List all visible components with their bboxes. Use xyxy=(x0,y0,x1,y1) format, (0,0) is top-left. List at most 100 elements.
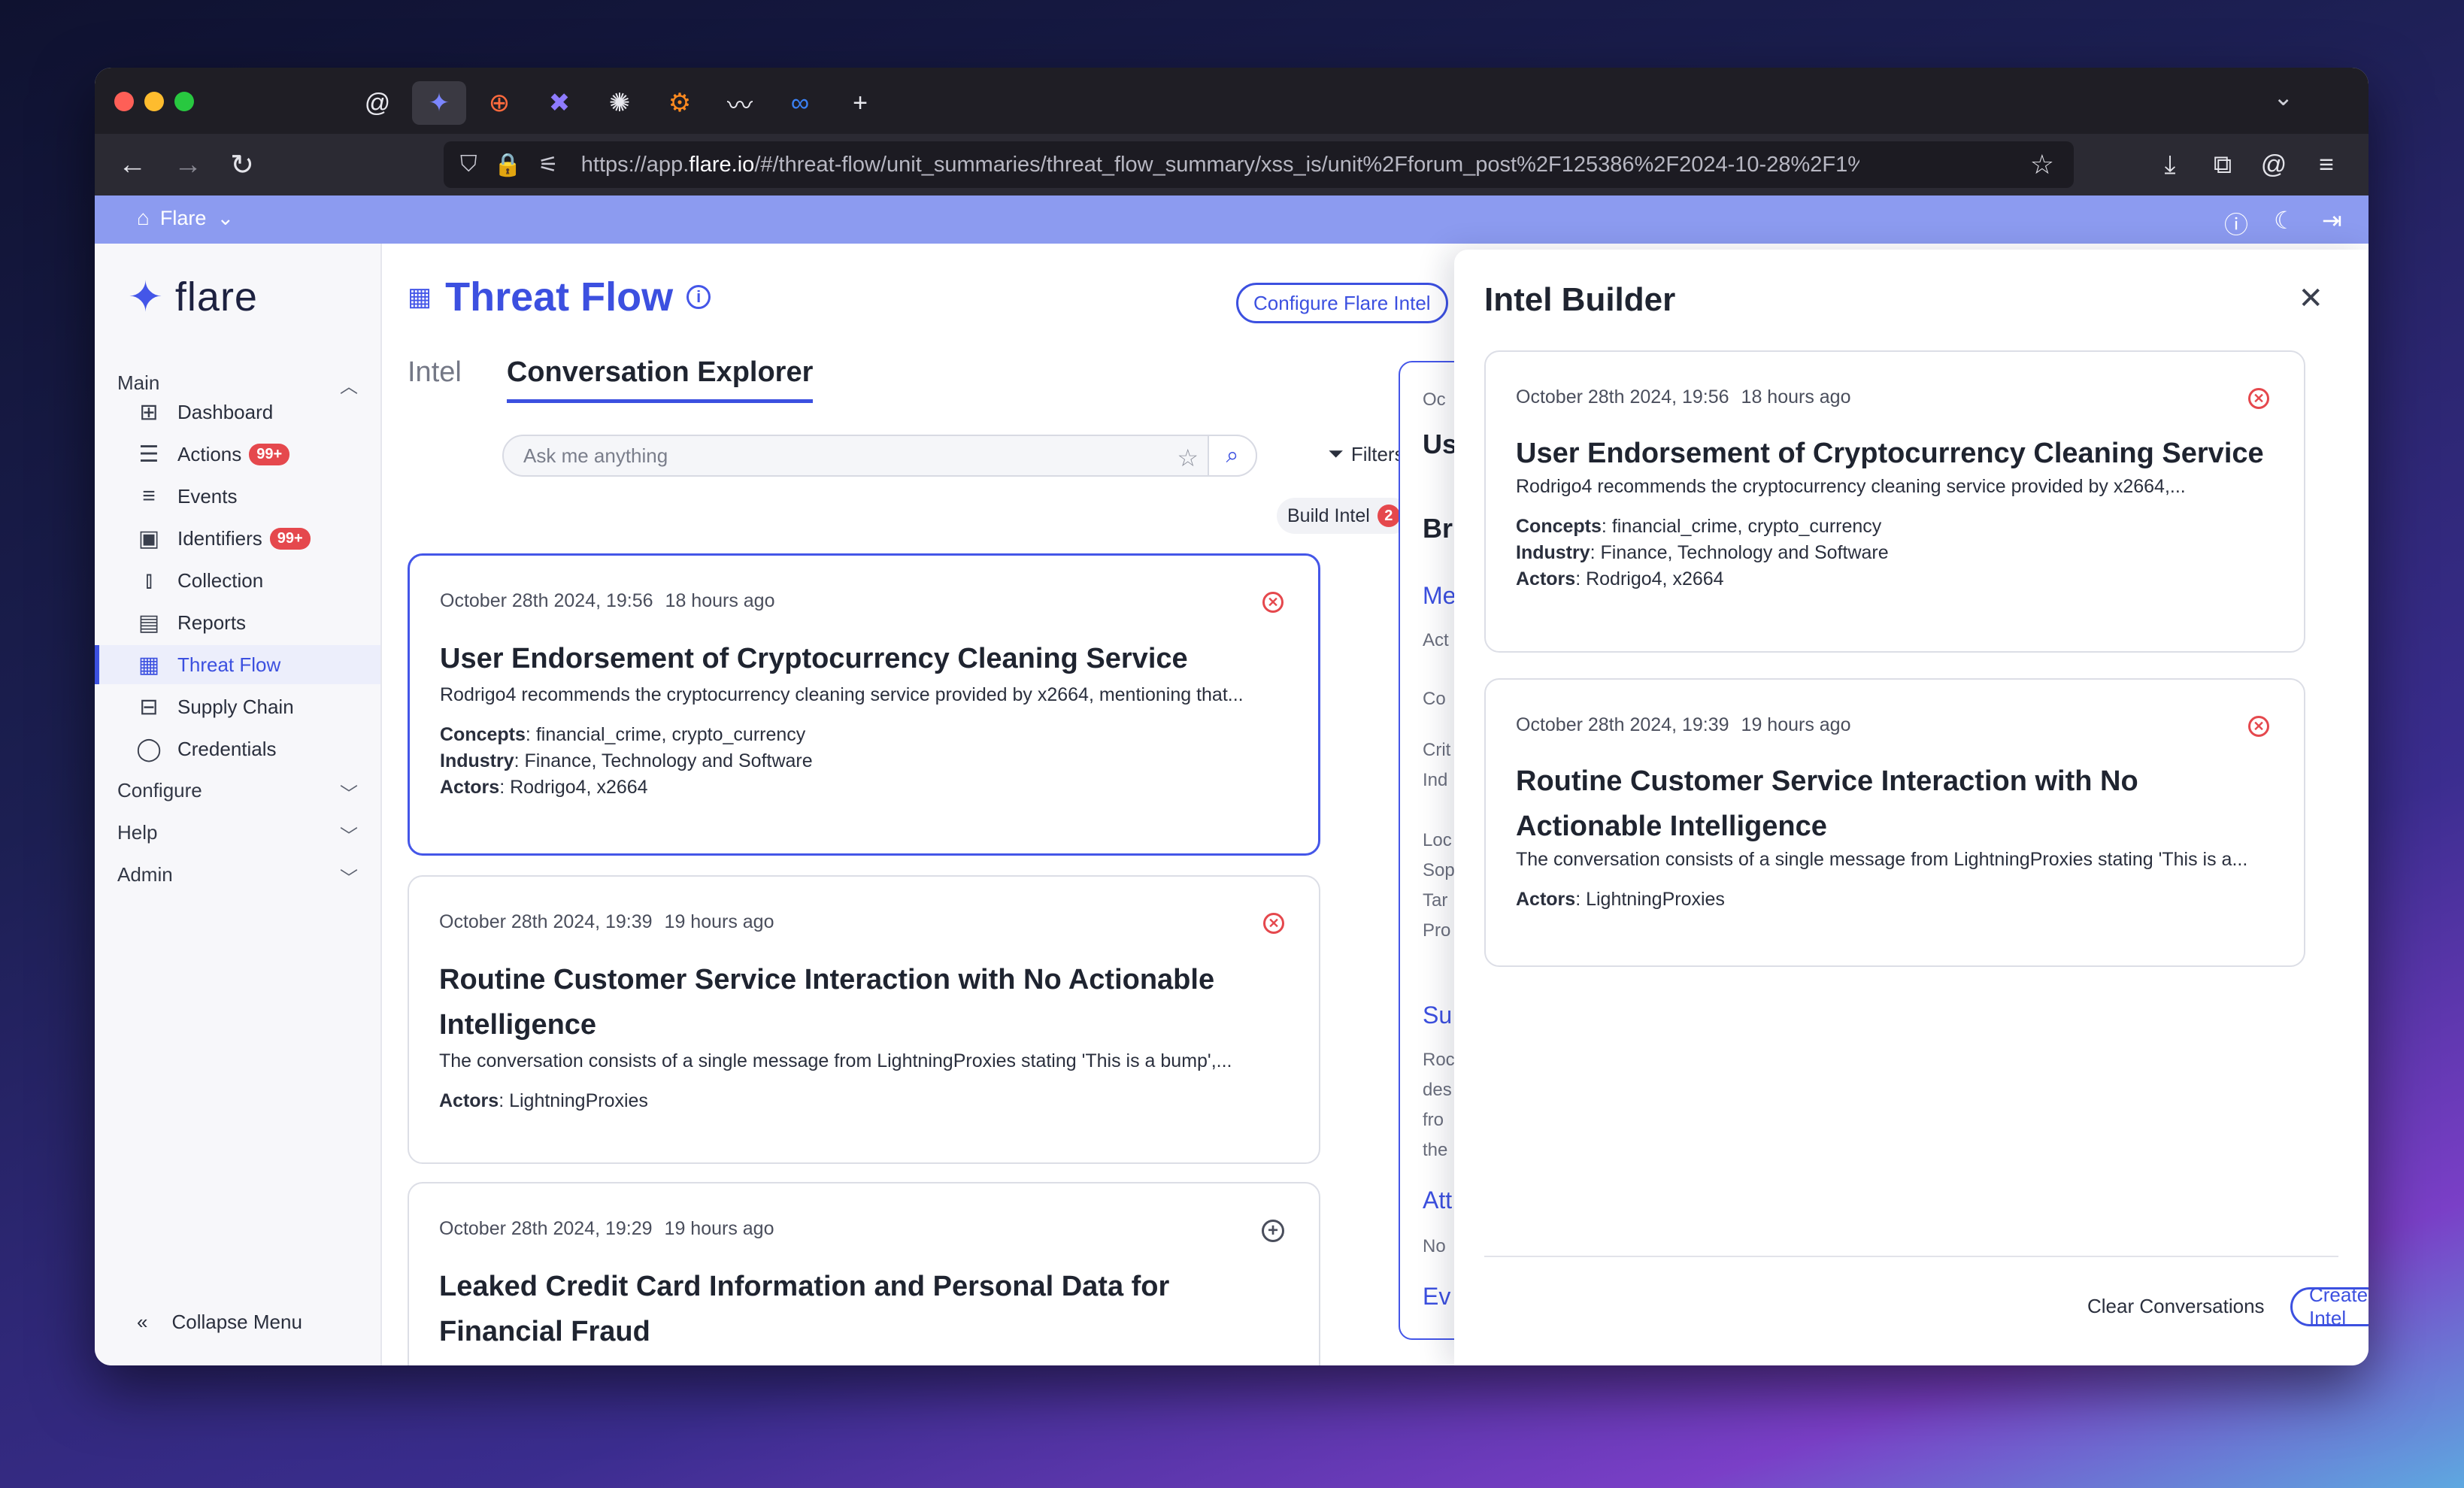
section-configure-label: Configure xyxy=(117,779,202,802)
tab-conversation-explorer[interactable]: Conversation Explorer xyxy=(506,356,814,403)
flare-logo[interactable]: ✦ flare xyxy=(128,272,258,322)
org-label: Flare xyxy=(159,206,207,229)
card-meta: October 28th 2024, 19:29 19 hours ago xyxy=(439,1218,1289,1240)
tab-target-icon[interactable]: ⊕ xyxy=(472,81,526,125)
url-bar[interactable]: ⛉ 🔒 ⚟ https://app.flare.io/#/threat-flow… xyxy=(444,141,2074,188)
intel-builder-card[interactable]: October 28th 2024, 19:56 18 hours ago ✕ U… xyxy=(1484,350,2305,653)
tab-wave-icon[interactable]: 〰 xyxy=(713,81,767,125)
conversation-card[interactable]: October 28th 2024, 19:29 19 hours ago + L… xyxy=(408,1182,1320,1365)
filters-button[interactable]: ⏷ Filters xyxy=(1328,442,1405,466)
search-icon[interactable]: ⌕ xyxy=(1208,435,1257,477)
info-icon[interactable]: ⓘ xyxy=(2224,206,2248,241)
sidebar-item-reports[interactable]: ▤ Reports xyxy=(95,603,380,642)
sidebar-item-label: Collection xyxy=(177,568,264,592)
tab-link-icon[interactable]: ∞ xyxy=(773,81,827,125)
section-help[interactable]: Help ﹀ xyxy=(117,821,358,847)
logout-icon[interactable]: ⇥ xyxy=(2322,206,2342,235)
sidebar-item-identifiers[interactable]: ▣ Identifiers 99+ xyxy=(95,519,380,558)
remove-x-icon[interactable]: ✕ xyxy=(2248,388,2269,409)
extensions-icon[interactable]: ⧉ xyxy=(2202,144,2244,185)
card-concepts: Concepts: financial_crime, crypto_curren… xyxy=(440,724,806,745)
remove-x-icon[interactable]: ✕ xyxy=(2248,716,2269,737)
detail-text: Tar xyxy=(1423,890,1448,911)
close-icon[interactable]: ✕ xyxy=(2298,281,2323,316)
card-actors: Actors: LightningProxies xyxy=(1516,889,1725,910)
sidebar-item-collection[interactable]: ⫾ Collection xyxy=(95,561,380,600)
sidebar-item-threat-flow[interactable]: ▦ Threat Flow xyxy=(95,645,380,684)
card-ago: 19 hours ago xyxy=(664,911,774,932)
sidebar-item-supply-chain[interactable]: ⊟ Supply Chain xyxy=(95,687,380,726)
sidebar-item-events[interactable]: ≡ Events xyxy=(95,477,380,516)
collapse-menu-button[interactable]: « Collapse Menu xyxy=(137,1311,302,1334)
menu-hamburger-icon[interactable]: ≡ xyxy=(2305,144,2347,185)
back-arrow-icon[interactable]: ← xyxy=(111,144,153,185)
chevron-down-icon: ⌄ xyxy=(217,206,235,229)
sidebar-item-label: Identifiers xyxy=(177,526,262,550)
card-ago: 19 hours ago xyxy=(664,1218,774,1239)
sidebar-item-actions[interactable]: ☰ Actions 99+ xyxy=(95,435,380,474)
close-window-button[interactable] xyxy=(114,92,134,111)
search-input[interactable]: Ask me anything ☆ ⌕ xyxy=(502,435,1257,477)
remove-x-icon[interactable]: ✕ xyxy=(1263,913,1284,934)
intel-builder-card[interactable]: October 28th 2024, 19:39 19 hours ago ✕ R… xyxy=(1484,678,2305,967)
card-summary: The conversation consists of a single me… xyxy=(439,1050,1232,1071)
add-plus-icon[interactable]: + xyxy=(1262,1220,1284,1242)
section-configure[interactable]: Configure ﹀ xyxy=(117,779,358,805)
browser-window: @ ✦ ⊕ ✖ ✺ ⚙ 〰 ∞ + ⌄ ← → ↻ ⛉ 🔒 ⚟ https://… xyxy=(95,68,2369,1365)
card-actors: Actors: Rodrigo4, x2664 xyxy=(440,777,648,798)
tab-list-chevron-icon[interactable]: ⌄ xyxy=(2273,83,2293,111)
build-intel-button[interactable]: Build Intel 2 xyxy=(1277,498,1411,534)
concepts-value: financial_crime, crypto_currency xyxy=(535,724,806,745)
detail-text: Co xyxy=(1423,689,1446,709)
card-meta: October 28th 2024, 19:39 19 hours ago xyxy=(439,911,1289,933)
url-text[interactable]: https://app.flare.io/#/threat-flow/unit_… xyxy=(581,153,1859,177)
configure-flare-intel-button[interactable]: Configure Flare Intel xyxy=(1236,283,1448,323)
conversation-card[interactable]: October 28th 2024, 19:39 19 hours ago ✕ R… xyxy=(408,875,1320,1164)
tab-flare-icon[interactable]: ✦ xyxy=(412,81,466,125)
forward-arrow-icon[interactable]: → xyxy=(167,144,209,185)
actors-label: Actors xyxy=(1516,568,1576,589)
section-admin[interactable]: Admin ﹀ xyxy=(117,863,358,889)
card-meta: October 28th 2024, 19:56 18 hours ago xyxy=(440,590,1288,612)
page-title-text: Threat Flow xyxy=(445,274,674,320)
info-icon[interactable]: i xyxy=(686,285,711,309)
org-switcher[interactable]: ⌂ Flare ⌄ xyxy=(137,206,234,230)
account-icon[interactable]: @ xyxy=(2253,144,2295,185)
star-icon[interactable]: ☆ xyxy=(1177,444,1199,472)
permissions-icon[interactable]: ⚟ xyxy=(538,152,559,178)
card-industry: Industry: Finance, Technology and Softwa… xyxy=(440,750,813,771)
app-header: ⌂ Flare ⌄ ⓘ ☾ ⇥ xyxy=(95,195,2369,244)
actors-label: Actors xyxy=(1516,889,1576,910)
shield-icon[interactable]: ⛉ xyxy=(460,152,477,177)
bookmark-star-icon[interactable]: ☆ xyxy=(2030,149,2054,180)
create-intel-button[interactable]: Create Intel xyxy=(2290,1283,2369,1329)
card-title-line: Actionable Intelligence xyxy=(1516,811,1827,842)
card-title: User Endorsement of Cryptocurrency Clean… xyxy=(1516,438,2264,469)
card-date: October 28th 2024, 19:56 xyxy=(1516,386,1729,408)
minimize-window-button[interactable] xyxy=(144,92,164,111)
sidebar-item-dashboard[interactable]: ⊞ Dashboard xyxy=(95,392,380,432)
clear-conversations-button[interactable]: Clear Conversations xyxy=(2087,1295,2265,1318)
page-title: ▦ Threat Flow i xyxy=(408,274,711,320)
moon-icon[interactable]: ☾ xyxy=(2274,206,2296,235)
concepts-label: Concepts xyxy=(440,724,526,745)
card-date: October 28th 2024, 19:29 xyxy=(439,1218,653,1239)
tab-gear-icon[interactable]: ⚙ xyxy=(653,81,707,125)
tab-x-icon[interactable]: ✖ xyxy=(532,81,586,125)
new-tab-plus-icon[interactable]: + xyxy=(833,81,887,125)
tab-at-icon[interactable]: @ xyxy=(350,81,405,125)
conversation-card[interactable]: October 28th 2024, 19:56 18 hours ago ✕ U… xyxy=(408,553,1320,856)
tab-openai-icon[interactable]: ✺ xyxy=(593,81,647,125)
intel-builder-drawer: Intel Builder ✕ October 28th 2024, 19:56… xyxy=(1454,250,2369,1365)
reload-icon[interactable]: ↻ xyxy=(221,144,263,185)
maximize-window-button[interactable] xyxy=(174,92,194,111)
card-meta: October 28th 2024, 19:56 18 hours ago xyxy=(1516,386,2274,408)
card-title: Leaked Credit Card Information and Perso… xyxy=(439,1264,1289,1354)
sidebar-item-credentials[interactable]: ◯ Credentials xyxy=(95,729,380,768)
card-industry: Industry: Finance, Technology and Softwa… xyxy=(1516,542,1889,563)
download-icon[interactable]: ⤓ xyxy=(2149,144,2191,185)
tab-intel[interactable]: Intel xyxy=(408,356,462,403)
industry-label: Industry xyxy=(1516,542,1590,563)
lock-icon[interactable]: 🔒 xyxy=(494,152,522,178)
remove-x-icon[interactable]: ✕ xyxy=(1262,592,1284,613)
